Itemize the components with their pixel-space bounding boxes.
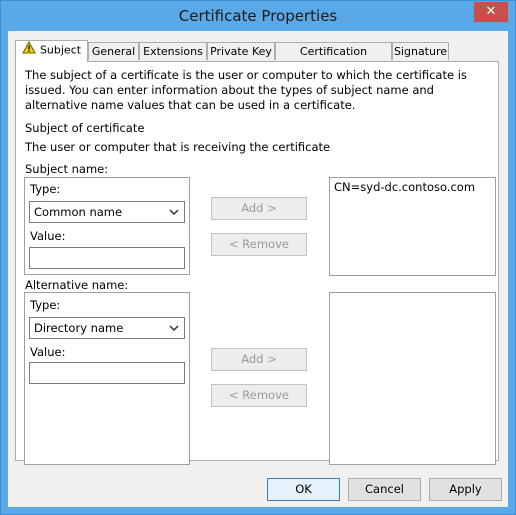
tab-signature[interactable]: Signature — [392, 42, 449, 60]
alternative-value-input[interactable] — [29, 362, 185, 384]
section-title: Subject of certificate — [25, 121, 145, 135]
subject-type-label: Type: — [30, 182, 61, 196]
chevron-down-icon — [167, 202, 181, 222]
tab-general-label: General — [91, 45, 136, 58]
close-icon: ✕ — [485, 4, 497, 19]
chevron-down-icon — [167, 318, 181, 338]
tab-certification-authority[interactable]: Certification Authority — [275, 42, 392, 76]
alternative-name-label: Alternative name: — [25, 278, 129, 292]
list-item[interactable]: CN=syd-dc.contoso.com — [334, 180, 475, 194]
tab-private-key[interactable]: Private Key — [207, 42, 275, 60]
tab-subject-label: Subject — [39, 43, 82, 57]
alternative-type-value: Directory name — [34, 321, 124, 335]
section-subtitle: The user or computer that is receiving t… — [25, 140, 331, 154]
alternative-name-group: Type: Directory name Value: — [24, 292, 190, 465]
alternative-type-label: Type: — [30, 298, 61, 312]
subject-remove-button[interactable]: < Remove — [211, 233, 307, 256]
tab-extensions-label: Extensions — [143, 45, 203, 58]
warning-icon — [22, 40, 36, 60]
alternative-remove-button[interactable]: < Remove — [211, 384, 307, 407]
tab-subject[interactable]: Subject — [15, 40, 88, 62]
subject-tab-panel: The subject of a certificate is the user… — [15, 61, 499, 465]
subject-name-list[interactable]: CN=syd-dc.contoso.com — [329, 177, 496, 276]
alternative-type-select[interactable]: Directory name — [29, 317, 185, 339]
tab-extensions[interactable]: Extensions — [139, 42, 207, 60]
subject-value-label: Value: — [30, 229, 66, 243]
alternative-name-list[interactable] — [329, 292, 496, 465]
subject-type-select[interactable]: Common name — [29, 201, 185, 223]
subject-name-group: Type: Common name Value: — [24, 177, 190, 275]
cancel-button[interactable]: Cancel — [348, 478, 421, 501]
apply-button[interactable]: Apply — [429, 478, 502, 501]
tab-signature-label: Signature — [393, 45, 448, 58]
subject-name-label: Subject name: — [25, 162, 109, 176]
alternative-add-button[interactable]: Add > — [211, 348, 307, 371]
ok-button[interactable]: OK — [267, 478, 340, 501]
subject-add-button[interactable]: Add > — [211, 197, 307, 220]
tab-private-key-label: Private Key — [210, 45, 272, 58]
dialog-client-area: Subject General Extensions Private Key C… — [8, 31, 508, 507]
alternative-value-label: Value: — [30, 345, 66, 359]
close-button[interactable]: ✕ — [474, 2, 508, 22]
subject-type-value: Common name — [34, 205, 123, 219]
title-bar[interactable]: Certificate Properties ✕ — [1, 1, 515, 31]
subject-value-input[interactable] — [29, 247, 185, 269]
tab-general[interactable]: General — [88, 42, 139, 60]
window-title: Certificate Properties — [178, 7, 338, 25]
dialog-window: Certificate Properties ✕ Subject General… — [0, 0, 516, 515]
description-text: The subject of a certificate is the user… — [25, 68, 467, 112]
